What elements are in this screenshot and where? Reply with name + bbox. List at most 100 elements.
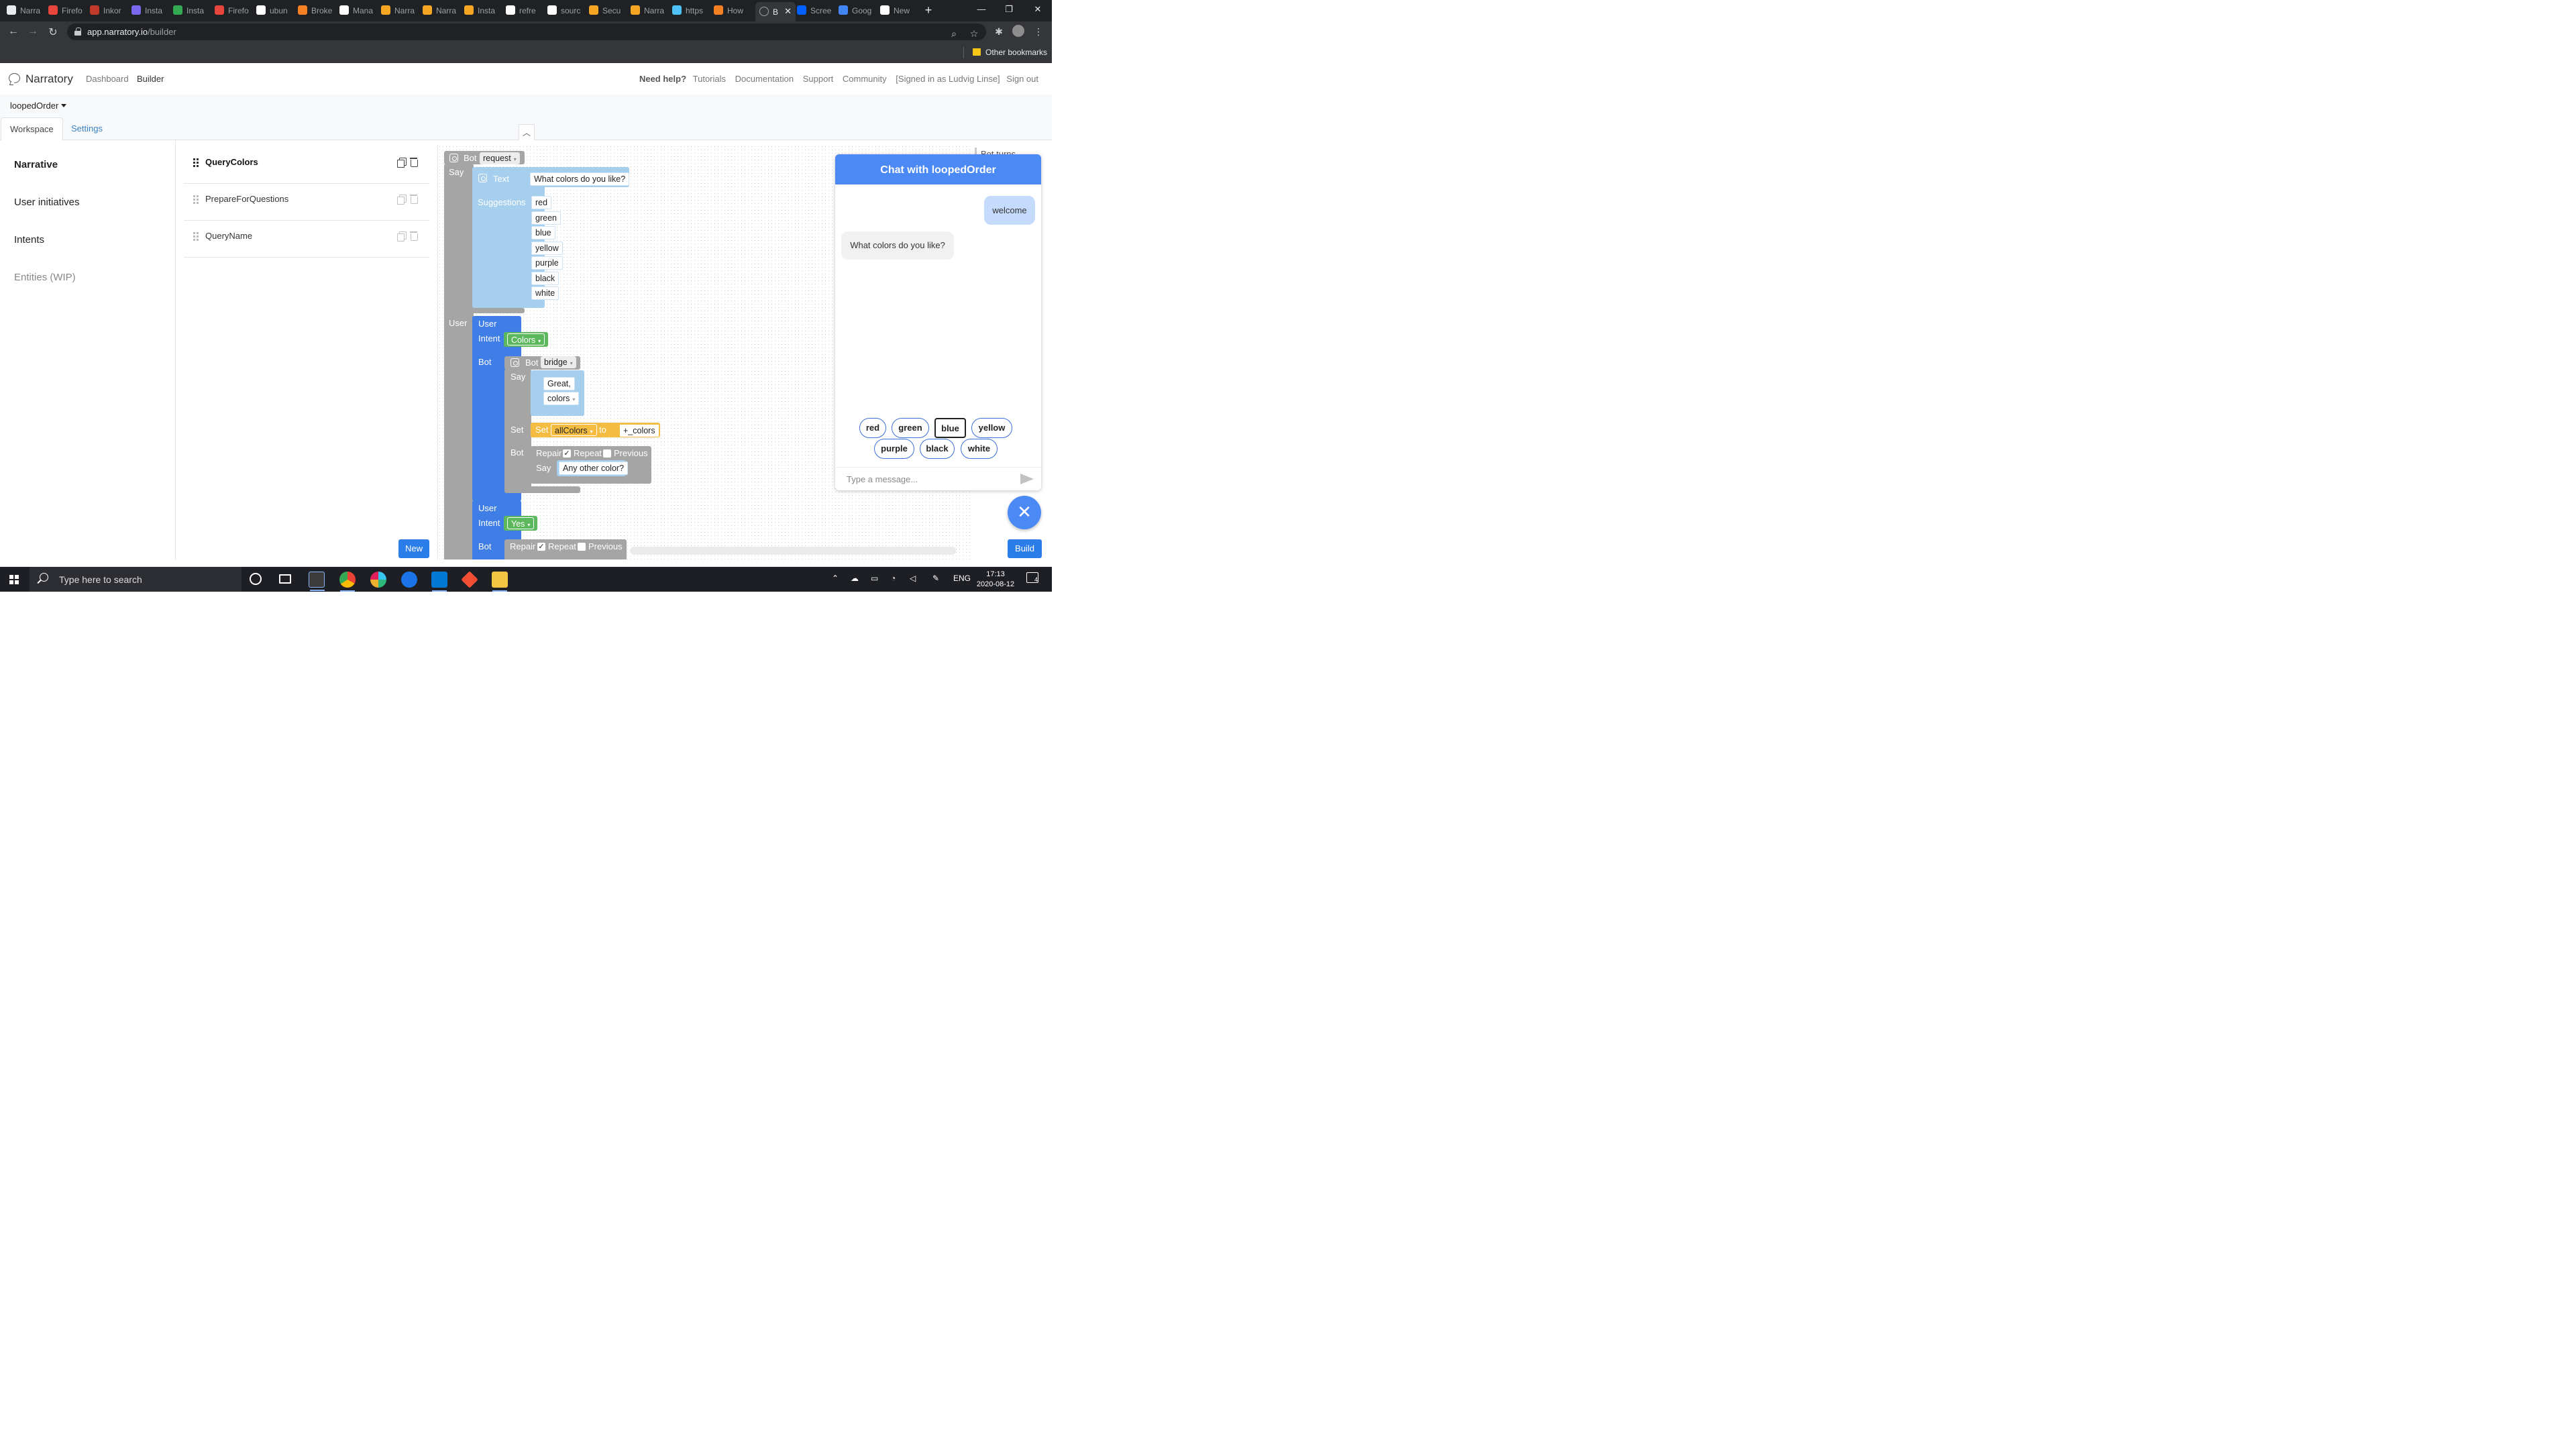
chevron-up-icon[interactable]: ⌃ xyxy=(832,574,839,583)
browser-tab[interactable]: B ✕ xyxy=(755,2,796,21)
suggestion-field[interactable]: green xyxy=(531,211,561,225)
bot-type-dropdown[interactable]: request ▾ xyxy=(480,152,520,164)
browser-tab[interactable]: https xyxy=(672,3,712,18)
message-input[interactable]: Type a message... xyxy=(847,474,918,484)
narrative-name[interactable]: QueryColors xyxy=(205,157,258,167)
address-bar[interactable]: app.narratory.io/builder ⌕ ☆ xyxy=(67,23,986,40)
browser-tab[interactable]: sourc xyxy=(547,3,588,18)
suggestion-field[interactable]: black xyxy=(531,271,559,285)
menu-icon[interactable]: ⋮ xyxy=(1032,26,1044,38)
bot-type-dropdown[interactable]: bridge ▾ xyxy=(541,356,576,368)
browser-tab[interactable]: Narra xyxy=(381,3,421,18)
battery-icon[interactable]: ▭ xyxy=(871,574,878,583)
canvas-horizontal-scrollbar[interactable] xyxy=(630,547,956,555)
browser-tab[interactable]: Insta xyxy=(131,3,172,18)
browser-tab[interactable]: refre xyxy=(506,3,546,18)
browser-tab[interactable]: Scree xyxy=(797,3,837,18)
chat-input-area[interactable]: Type a message... xyxy=(835,467,1041,490)
set-variable-dropdown[interactable]: allColors ▾ xyxy=(551,424,597,436)
notification-icon[interactable]: 4 xyxy=(1026,572,1038,583)
sidebar-item-entities[interactable]: Entities (WIP) xyxy=(14,272,76,283)
send-icon[interactable] xyxy=(1020,474,1034,484)
new-narrative-button[interactable]: New xyxy=(398,539,429,558)
build-button[interactable]: Build xyxy=(1008,539,1042,558)
link-tutorials[interactable]: Tutorials xyxy=(693,74,726,84)
sidebar-item-intents[interactable]: Intents xyxy=(14,234,44,246)
back-button[interactable]: ← xyxy=(7,25,20,38)
drag-handle-icon[interactable] xyxy=(193,232,200,241)
say-text-field[interactable]: Great, xyxy=(543,377,575,390)
trash-icon[interactable] xyxy=(410,157,418,167)
trash-icon[interactable] xyxy=(410,194,418,204)
browser-tab[interactable]: How xyxy=(714,3,754,18)
narrative-name[interactable]: QueryName xyxy=(205,231,252,241)
nav-builder[interactable]: Builder xyxy=(137,74,164,84)
gear-icon[interactable] xyxy=(449,154,458,162)
maps-icon[interactable] xyxy=(401,572,417,588)
narrative-name[interactable]: PrepareForQuestions xyxy=(205,194,288,204)
trash-icon[interactable] xyxy=(410,231,418,241)
previous-checkbox[interactable] xyxy=(603,449,611,458)
other-bookmarks[interactable]: Other bookmarks xyxy=(985,48,1047,57)
drag-handle-icon[interactable] xyxy=(193,158,200,168)
browser-tab[interactable]: Narra xyxy=(7,3,47,18)
sidebar-item-narrative[interactable]: Narrative xyxy=(14,159,58,170)
link-community[interactable]: Community xyxy=(843,74,887,84)
vscode-icon[interactable] xyxy=(431,572,447,592)
browser-tab[interactable]: Goog xyxy=(839,3,879,18)
zoom-icon[interactable]: ⌕ xyxy=(948,28,960,40)
project-selector[interactable]: loopedOrder xyxy=(10,101,67,111)
bookmark-star-icon[interactable]: ☆ xyxy=(968,28,980,40)
browser-tab[interactable]: Narra xyxy=(423,3,463,18)
extensions-icon[interactable]: ✱ xyxy=(993,26,1005,38)
question-field[interactable]: What colors do you like? xyxy=(530,172,630,186)
browser-tab[interactable]: New xyxy=(880,3,920,18)
browser-tab[interactable]: Firefo xyxy=(215,3,255,18)
chevron-up-icon[interactable]: ︿ xyxy=(519,124,535,140)
drag-handle-icon[interactable] xyxy=(193,195,200,205)
repeat-checkbox[interactable]: ✓ xyxy=(563,449,571,458)
suggestion-chip-red[interactable]: red xyxy=(859,418,886,438)
variable-dropdown[interactable]: colors ▾ xyxy=(543,392,580,405)
previous-checkbox[interactable] xyxy=(578,543,586,551)
windows-start-icon[interactable] xyxy=(9,575,19,584)
copy-icon[interactable] xyxy=(397,158,407,168)
volume-icon[interactable]: ◁ xyxy=(910,574,916,583)
say-text-field[interactable]: Any other color? xyxy=(559,462,629,475)
forward-button[interactable]: → xyxy=(26,25,40,38)
link-sign-out[interactable]: Sign out xyxy=(1006,74,1038,84)
gear-icon[interactable] xyxy=(511,358,519,367)
intent-dropdown[interactable]: Yes ▾ xyxy=(507,517,535,529)
suggestion-field[interactable]: white xyxy=(531,286,559,300)
new-tab-button[interactable]: + xyxy=(923,3,934,17)
taskbar-search[interactable]: Type here to search xyxy=(30,567,241,592)
copy-icon[interactable] xyxy=(397,231,407,241)
browser-tab[interactable]: Insta xyxy=(464,3,504,18)
clock[interactable]: 17:13 2020-08-12 xyxy=(974,570,1017,590)
terminal-icon[interactable] xyxy=(309,572,325,591)
set-value-field[interactable]: +_colors xyxy=(619,424,659,437)
cortana-icon[interactable] xyxy=(250,573,262,585)
browser-tab[interactable]: Inkor xyxy=(90,3,130,18)
profile-avatar[interactable] xyxy=(1012,25,1024,37)
copy-icon[interactable] xyxy=(397,195,407,205)
reload-button[interactable]: ↻ xyxy=(46,25,60,39)
sidebar-item-user-initiatives[interactable]: User initiatives xyxy=(14,197,80,208)
list-item[interactable]: PrepareForQuestions xyxy=(184,184,429,221)
suggestion-field[interactable]: yellow xyxy=(531,241,563,255)
suggestion-chip-purple[interactable]: purple xyxy=(874,439,914,459)
suggestion-chip-black[interactable]: black xyxy=(920,439,955,459)
task-view-icon[interactable] xyxy=(279,574,291,584)
gear-icon[interactable] xyxy=(478,174,487,182)
browser-tab[interactable]: Broke xyxy=(298,3,338,18)
minimize-button[interactable]: — xyxy=(975,4,988,14)
suggestion-chip-blue[interactable]: blue xyxy=(934,418,966,438)
tab-workspace[interactable]: Workspace xyxy=(1,117,63,141)
repeat-checkbox[interactable]: ✓ xyxy=(537,543,545,551)
onedrive-icon[interactable]: ☁ xyxy=(851,574,859,583)
close-window-button[interactable]: ✕ xyxy=(1031,4,1044,15)
list-item[interactable]: QueryColors xyxy=(184,147,429,184)
maximize-button[interactable]: ❐ xyxy=(1002,4,1016,15)
link-support[interactable]: Support xyxy=(803,74,834,84)
close-icon[interactable]: ✕ xyxy=(1008,496,1041,529)
